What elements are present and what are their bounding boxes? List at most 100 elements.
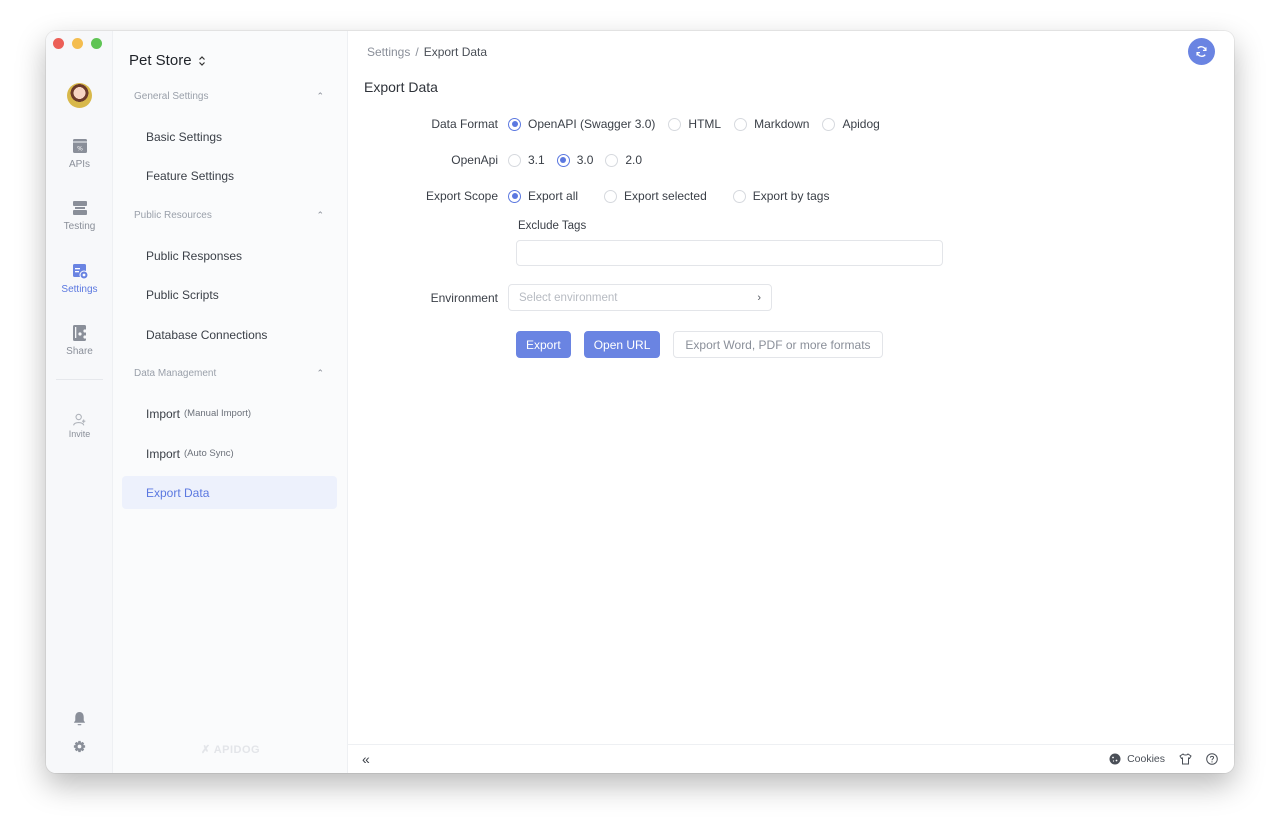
group-general-settings[interactable]: General Settings ⌃	[134, 91, 324, 102]
export-scope-row: Export Scope Export all Export selected …	[348, 189, 830, 203]
brand-text: APIDOG	[213, 743, 261, 756]
window-controls	[53, 38, 102, 49]
project-name: Pet Store	[129, 52, 192, 69]
cookies-button[interactable]: Cookies	[1109, 753, 1165, 765]
rail-item-share[interactable]: Share	[46, 324, 113, 357]
chevron-up-icon: ⌃	[316, 210, 324, 220]
help-icon[interactable]	[1206, 753, 1218, 765]
app-window: % APIs Testing Settings Share Invite Pet…	[46, 31, 1234, 773]
rail-item-apis[interactable]: % APIs	[46, 137, 113, 170]
exclude-tags-input[interactable]	[516, 240, 943, 266]
radio-openapi-3-0[interactable]: 3.0	[556, 153, 594, 167]
data-format-label: Data Format	[431, 117, 498, 131]
nav-item-label: Feature Settings	[146, 168, 235, 183]
radio-label: OpenAPI (Swagger 3.0)	[528, 117, 656, 131]
breadcrumb-separator: /	[415, 45, 419, 59]
nav-item-sublabel: (Manual Import)	[184, 408, 252, 419]
sidebar-item-public-scripts[interactable]: Public Scripts	[122, 278, 337, 311]
cookies-label: Cookies	[1127, 753, 1165, 765]
radio-label: Export all	[528, 189, 579, 203]
radio-html[interactable]: HTML	[668, 117, 721, 131]
chevron-right-icon: ›	[757, 291, 761, 304]
logo-mark-icon: ✗	[201, 744, 211, 756]
group-data-management[interactable]: Data Management ⌃	[134, 368, 324, 379]
radio-openapi-swagger[interactable]: OpenAPI (Swagger 3.0)	[508, 117, 655, 131]
svg-text:%: %	[77, 146, 83, 153]
sidebar-item-public-responses[interactable]: Public Responses	[122, 239, 337, 272]
sync-button[interactable]	[1188, 38, 1215, 65]
breadcrumb-current: Export Data	[423, 45, 488, 59]
radio-export-by-tags[interactable]: Export by tags	[732, 189, 830, 203]
rail-item-testing[interactable]: Testing	[46, 199, 113, 232]
radio-openapi-2-0[interactable]: 2.0	[605, 153, 642, 167]
bell-icon[interactable]	[72, 711, 87, 727]
radio-apidog[interactable]: Apidog	[822, 117, 880, 131]
radio-dot	[605, 153, 619, 167]
rail-item-label: Invite	[68, 429, 91, 439]
collapse-sidebar-icon[interactable]: «	[362, 751, 370, 767]
radio-label: Export by tags	[752, 189, 830, 203]
settings-sidebar: Pet Store General Settings ⌃ Basic Setti…	[113, 31, 348, 773]
icon-rail: % APIs Testing Settings Share Invite	[46, 31, 113, 773]
openapi-version-label: OpenApi	[451, 153, 498, 167]
radio-export-all[interactable]: Export all	[508, 189, 578, 203]
rail-item-invite[interactable]: Invite	[46, 412, 113, 439]
page-title: Export Data	[364, 79, 438, 95]
sidebar-item-import-auto-sync[interactable]: Import (Auto Sync)	[122, 437, 337, 470]
action-buttons: Export Open URL Export Word, PDF or more…	[516, 331, 883, 358]
radio-dot	[604, 189, 618, 203]
radio-dot	[732, 189, 746, 203]
open-url-button[interactable]: Open URL	[583, 331, 661, 358]
radio-markdown[interactable]: Markdown	[734, 117, 809, 131]
minimize-window-button[interactable]	[72, 38, 83, 49]
breadcrumb: Settings / Export Data	[367, 45, 487, 59]
radio-export-selected[interactable]: Export selected	[604, 189, 707, 203]
sidebar-item-feature-settings[interactable]: Feature Settings	[122, 159, 337, 192]
cookie-icon	[1109, 753, 1121, 765]
environment-placeholder: Select environment	[519, 291, 618, 304]
radio-dot	[508, 117, 521, 131]
maximize-window-button[interactable]	[91, 38, 102, 49]
sidebar-item-database-connections[interactable]: Database Connections	[122, 318, 337, 351]
gear-icon[interactable]	[72, 739, 87, 754]
footer-actions: Cookies	[1109, 753, 1218, 765]
nav-item-label: Basic Settings	[146, 129, 223, 144]
radio-dot	[508, 153, 521, 167]
data-format-radio-group: OpenAPI (Swagger 3.0) HTML Markdown Apid…	[508, 117, 880, 131]
chevron-up-down-icon	[198, 55, 205, 66]
sidebar-item-import-manual[interactable]: Import (Manual Import)	[122, 397, 337, 430]
footer-bar: « Cookies	[348, 744, 1234, 773]
radio-dot	[734, 117, 748, 131]
share-icon	[72, 325, 87, 341]
radio-openapi-3-1[interactable]: 3.1	[508, 153, 545, 167]
rail-item-label: APIs	[68, 159, 91, 170]
rail-item-settings[interactable]: Settings	[46, 262, 113, 295]
radio-dot	[822, 117, 836, 131]
user-avatar[interactable]	[67, 83, 92, 108]
rail-divider	[56, 379, 103, 380]
settings-page-icon	[72, 264, 88, 280]
radio-label: 3.1	[528, 153, 545, 167]
group-title: Data Management	[134, 368, 217, 379]
radio-dot	[668, 117, 682, 131]
environment-select[interactable]: Select environment ›	[508, 284, 772, 311]
group-public-resources[interactable]: Public Resources ⌃	[134, 210, 324, 221]
radio-label: Markdown	[754, 117, 810, 131]
nav-item-label: Import	[146, 406, 181, 421]
radio-label: 3.0	[576, 153, 594, 167]
sidebar-item-basic-settings[interactable]: Basic Settings	[122, 120, 337, 153]
rail-item-label: Share	[66, 346, 93, 357]
export-more-formats-button[interactable]: Export Word, PDF or more formats	[673, 331, 883, 358]
radio-label: Export selected	[624, 189, 707, 203]
radio-label: Apidog	[842, 117, 880, 131]
export-button[interactable]: Export	[516, 331, 571, 358]
sidebar-item-export-data[interactable]: Export Data	[122, 476, 337, 509]
radio-label: 2.0	[625, 153, 643, 167]
export-scope-radio-group: Export all Export selected Export by tag…	[508, 189, 829, 203]
nav-item-label: Export Data	[146, 485, 210, 500]
close-window-button[interactable]	[53, 38, 64, 49]
shirt-icon[interactable]	[1179, 753, 1192, 765]
project-switcher[interactable]: Pet Store	[129, 52, 206, 69]
breadcrumb-parent[interactable]: Settings	[367, 45, 410, 59]
nav-item-label: Database Connections	[146, 327, 268, 342]
